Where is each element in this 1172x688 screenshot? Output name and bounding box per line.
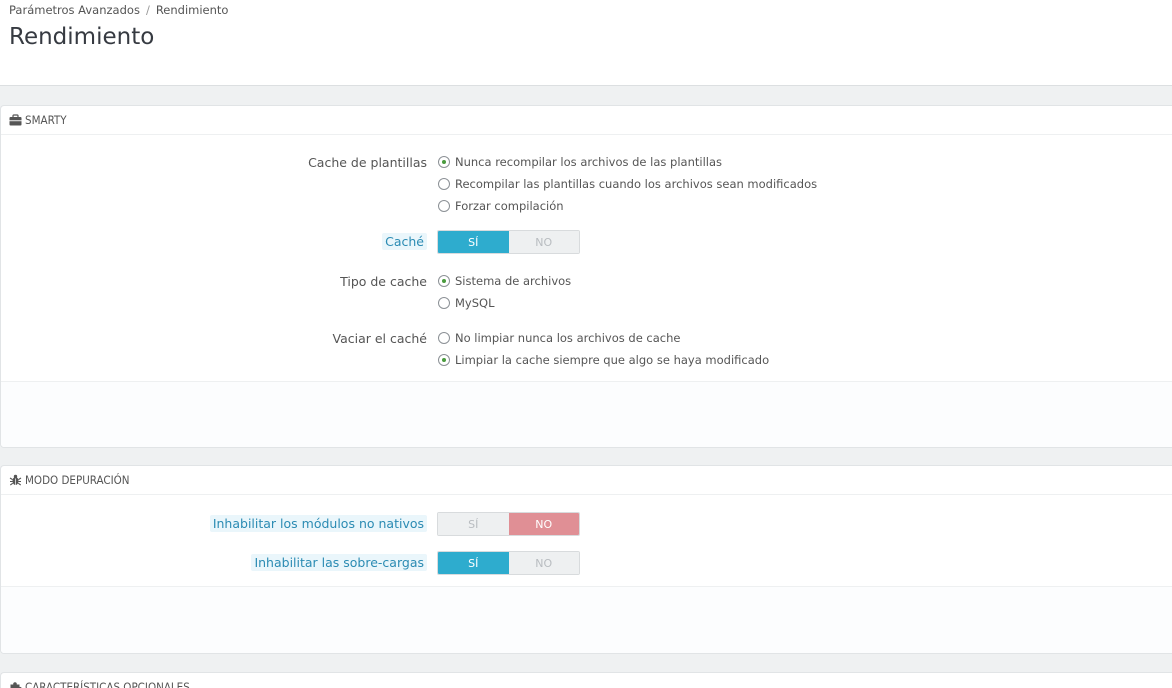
smarty-panel-heading: SMARTY [1, 106, 1172, 135]
radio-label: MySQL [455, 296, 495, 310]
clear-cache-label: Vaciar el caché [332, 331, 427, 346]
page-header: Parámetros Avanzados / Rendimiento Rendimi… [0, 0, 1172, 86]
breadcrumb-separator: / [145, 3, 150, 17]
cache-label[interactable]: Caché [382, 233, 427, 250]
optional-features-heading-text: CARACTERÍSTICAS OPCIONALES [25, 680, 190, 688]
clear-cache-option-always[interactable]: Limpiar la cache siempre que algo se hay… [438, 353, 769, 367]
breadcrumb-parent-link[interactable]: Parámetros Avanzados [9, 3, 140, 17]
smarty-panel: SMARTY Cache de plantillas Nunca recompi… [0, 105, 1172, 448]
optional-features-heading: CARACTERÍSTICAS OPCIONALES [1, 673, 1172, 688]
radio-label: Limpiar la cache siempre que algo se hay… [455, 353, 770, 367]
cache-templates-option-force[interactable]: Forzar compilación [438, 199, 564, 213]
puzzle-icon [9, 681, 22, 688]
briefcase-icon [9, 114, 22, 126]
cache-type-option-filesystem[interactable]: Sistema de archivos [438, 274, 571, 288]
disable-non-native-switch[interactable]: SÍ NO [437, 512, 580, 536]
radio-label: Sistema de archivos [455, 274, 572, 288]
radio-label: Forzar compilación [455, 199, 564, 213]
cache-templates-label: Cache de plantillas [308, 155, 427, 170]
page-title: Rendimiento [9, 24, 155, 50]
cache-switch[interactable]: SÍ NO [437, 230, 580, 254]
cache-switch-no[interactable]: NO [508, 231, 579, 253]
radio-button[interactable] [438, 332, 450, 344]
debug-panel: MODO DEPURACIÓN Inhabilitar los módulos … [0, 465, 1172, 654]
debug-panel-heading: MODO DEPURACIÓN [1, 466, 1172, 495]
radio-label: Recompilar las plantillas cuando los arc… [455, 177, 818, 191]
radio-label: No limpiar nunca los archivos de cache [455, 331, 681, 345]
breadcrumb-current: Rendimiento [155, 3, 229, 17]
debug-heading-text: MODO DEPURACIÓN [25, 473, 130, 487]
breadcrumb: Parámetros Avanzados / Rendimiento [9, 3, 228, 17]
radio-button[interactable] [438, 297, 450, 309]
disable-overrides-yes[interactable]: SÍ [438, 552, 509, 574]
radio-button[interactable] [438, 156, 450, 168]
cache-templates-option-recompile[interactable]: Recompilar las plantillas cuando los arc… [438, 177, 817, 191]
disable-non-native-label[interactable]: Inhabilitar los módulos no nativos [209, 515, 427, 532]
radio-label: Nunca recompilar los archivos de las pla… [455, 155, 723, 169]
disable-overrides-label[interactable]: Inhabilitar las sobre-cargas [251, 554, 427, 571]
disable-overrides-switch[interactable]: SÍ NO [437, 551, 580, 575]
smarty-heading-text: SMARTY [25, 113, 67, 127]
clear-cache-option-never[interactable]: No limpiar nunca los archivos de cache [438, 331, 681, 345]
radio-button[interactable] [438, 354, 450, 366]
debug-panel-footer [1, 586, 1172, 653]
cache-type-option-mysql[interactable]: MySQL [438, 296, 495, 310]
radio-button[interactable] [438, 178, 450, 190]
smarty-panel-footer [1, 381, 1172, 447]
radio-button[interactable] [438, 200, 450, 212]
cache-type-label: Tipo de cache [340, 274, 427, 289]
radio-button[interactable] [438, 275, 450, 287]
optional-features-panel: CARACTERÍSTICAS OPCIONALES [0, 672, 1172, 688]
cache-templates-option-never[interactable]: Nunca recompilar los archivos de las pla… [438, 155, 722, 169]
disable-overrides-no[interactable]: NO [508, 552, 579, 574]
cache-switch-yes[interactable]: SÍ [438, 231, 509, 253]
disable-non-native-yes[interactable]: SÍ [438, 513, 509, 535]
bug-icon [9, 474, 22, 486]
disable-non-native-no[interactable]: NO [508, 513, 579, 535]
